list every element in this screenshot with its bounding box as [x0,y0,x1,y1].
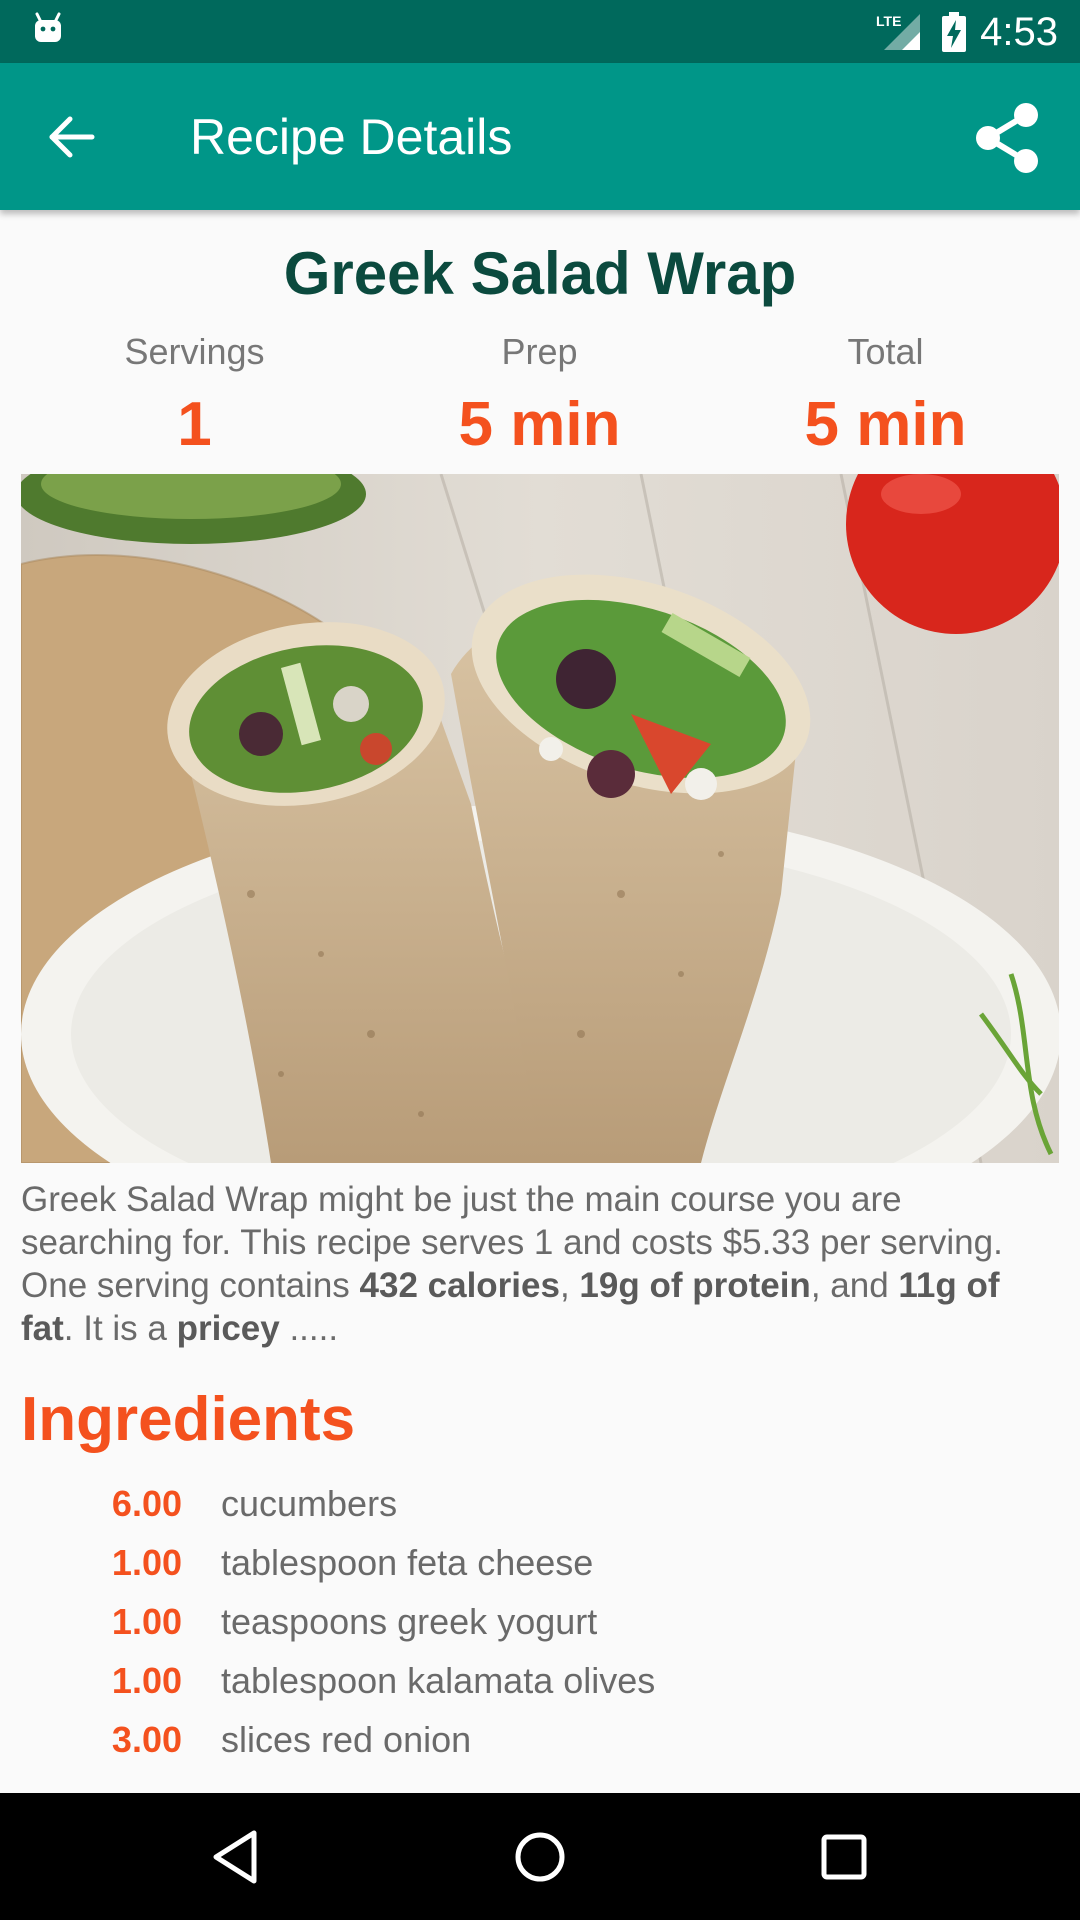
app-bar: Recipe Details [0,63,1080,210]
ingredient-name: cucumbers [221,1483,398,1524]
arrow-back-icon[interactable] [44,109,100,165]
ingredient-qty: 6.00 [111,1483,182,1524]
stat-total: Total 5 min [713,330,1058,462]
recents-square-icon[interactable] [812,1825,876,1889]
recipe-details-screen: LTE 4:53 Recipe Details Greek Salad Wrap… [0,0,1080,1920]
summary-text: ..... [279,1309,339,1348]
summary-text: , [559,1266,580,1305]
summary-text: . It is a [63,1309,177,1348]
ingredient-qty: 1.00 [111,1601,182,1642]
back-triangle-icon[interactable] [204,1825,268,1889]
ingredient-item: 3.00 slices red onion [0,1718,1080,1777]
stat-value: 5 min [804,390,967,459]
navigation-bar [0,1793,1080,1920]
status-bar: LTE 4:53 [0,0,1080,63]
ingredient-qty: 1.00 [111,1660,182,1701]
home-circle-icon[interactable] [508,1825,572,1889]
stat-value: 5 min [458,390,621,459]
ingredient-item: 1.00 tablespoon kalamata olives [0,1659,1080,1718]
summary-protein: 19g of protein [579,1266,811,1305]
ingredient-name: teaspoons greek yogurt [221,1601,598,1642]
ingredient-name: slices red onion [221,1719,472,1760]
ingredient-item: 1.00 teaspoons greek yogurt [0,1600,1080,1659]
status-time: 4:53 [980,10,1058,54]
ingredient-qty: 1.00 [111,1542,182,1583]
stat-label: Servings [124,331,265,372]
recipe-title: Greek Salad Wrap [283,240,797,307]
share-icon[interactable] [972,101,1042,175]
ingredient-item: 6.00 cucumbers [0,1482,1080,1541]
recipe-stats: Servings 1 Prep 5 min Total 5 min [22,330,1058,460]
ingredient-name: tablespoon feta cheese [221,1542,594,1583]
ingredients-heading: Ingredients [21,1385,356,1454]
ingredients-list: 6.00 cucumbers 1.00 tablespoon feta chee… [0,1482,1080,1777]
summary-text: , and [810,1266,899,1305]
wrap-photo-illustration [21,474,1059,1163]
network-label: LTE [876,13,901,29]
android-icon [35,12,61,42]
recipe-summary: Greek Salad Wrap might be just the main … [21,1178,1061,1350]
ingredient-item: 1.00 tablespoon feta cheese [0,1541,1080,1600]
summary-pricey: pricey [176,1309,280,1348]
stat-label: Prep [501,331,578,372]
app-bar-title: Recipe Details [190,109,513,165]
stat-label: Total [847,331,924,372]
stat-value: 1 [177,390,212,459]
recipe-photo [21,474,1059,1163]
ingredient-name: tablespoon kalamata olives [221,1660,656,1701]
battery-charging-icon [942,12,966,52]
summary-calories: 432 calories [359,1266,560,1305]
lte-signal-icon: LTE [876,13,920,50]
stat-prep: Prep 5 min [367,330,712,462]
ingredient-qty: 3.00 [111,1719,182,1760]
stat-servings: Servings 1 [22,330,367,462]
